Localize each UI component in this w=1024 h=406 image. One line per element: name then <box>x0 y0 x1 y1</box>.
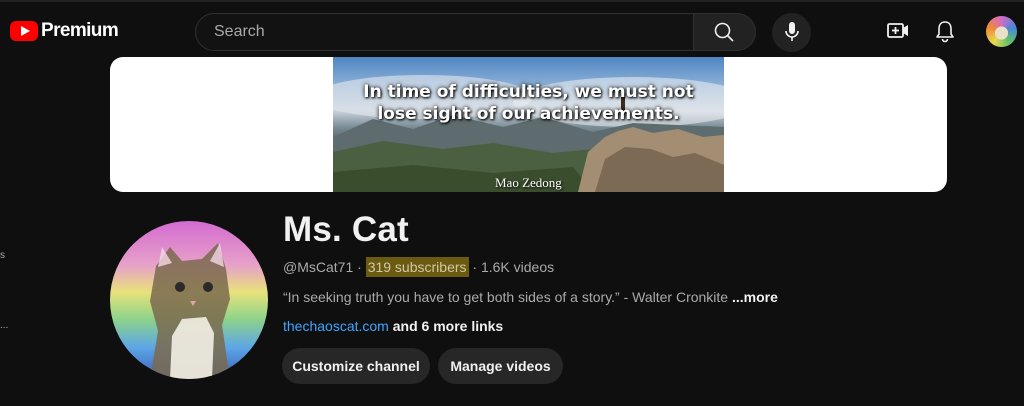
customize-channel-button[interactable]: Customize channel <box>282 348 430 384</box>
logo-text: Premium <box>41 20 119 41</box>
channel-handle: @MsCat71 <box>283 259 354 275</box>
youtube-premium-logo[interactable]: Premium <box>10 20 119 42</box>
description-text: “In seeking truth you have to get both s… <box>283 289 729 305</box>
channel-name: Ms. Cat <box>283 210 409 249</box>
more-link[interactable]: ...more <box>732 289 778 305</box>
search-box[interactable] <box>195 13 694 51</box>
meta-separator: · <box>472 259 478 275</box>
channel-links: thechaoscat.com and 6 more links <box>283 318 503 334</box>
left-rail-item[interactable]: ... <box>0 320 8 331</box>
bell-icon[interactable] <box>934 19 956 43</box>
create-video-icon[interactable] <box>886 20 910 42</box>
banner-image: In time of difficulties, we must not los… <box>333 57 724 192</box>
banner-quote: In time of difficulties, we must not los… <box>333 81 724 125</box>
banner-author: Mao Zedong <box>495 175 562 190</box>
channel-description[interactable]: “In seeking truth you have to get both s… <box>283 289 778 305</box>
channel-banner: In time of difficulties, we must not los… <box>110 57 947 192</box>
account-avatar[interactable] <box>986 16 1017 47</box>
top-bar: Premium <box>0 0 1024 58</box>
manage-videos-button[interactable]: Manage videos <box>438 348 563 384</box>
banner-quote-line: lose sight of our achievements. <box>377 104 680 124</box>
left-rail-item[interactable]: s <box>0 250 5 261</box>
cat-portrait-illustration <box>150 243 230 379</box>
more-links-button[interactable]: and 6 more links <box>393 318 503 334</box>
mic-icon <box>785 22 799 41</box>
voice-search-button[interactable] <box>772 13 811 52</box>
search-input[interactable] <box>212 22 666 42</box>
channel-avatar[interactable] <box>110 221 268 379</box>
youtube-logo-icon <box>10 21 38 41</box>
search-button[interactable] <box>694 13 756 51</box>
video-count: 1.6K videos <box>480 259 555 275</box>
channel-meta: @MsCat71 · 319 subscribers · 1.6K videos <box>283 257 555 277</box>
banner-quote-line: In time of difficulties, we must not <box>363 82 694 102</box>
subscriber-count: 319 subscribers <box>365 257 469 277</box>
website-link[interactable]: thechaoscat.com <box>283 318 389 334</box>
meta-separator: · <box>357 259 362 275</box>
search-icon <box>714 22 734 42</box>
